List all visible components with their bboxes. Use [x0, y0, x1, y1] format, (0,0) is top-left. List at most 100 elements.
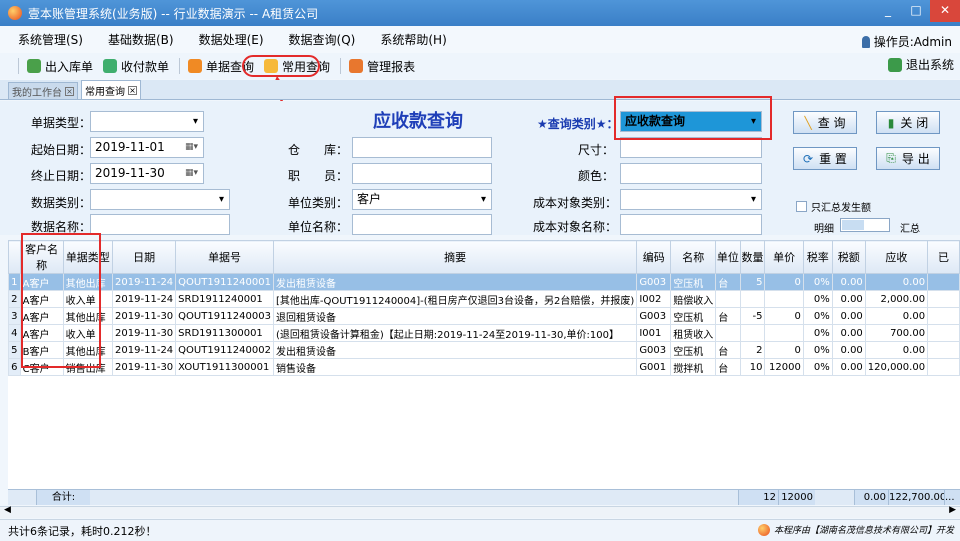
highlight-query-type: [614, 96, 772, 140]
table-body: 1 A客户 其他出库 2019-11-24 QOUT1911240001 发出租…: [8, 273, 960, 376]
cell-date: 2019-11-30: [112, 324, 177, 342]
cell-date: 2019-11-24: [112, 341, 177, 359]
table-row[interactable]: 3 A客户 其他出库 2019-11-30 QOUT1911240003 退回租…: [8, 307, 960, 325]
menu-data-process[interactable]: 数据处理(E): [199, 31, 264, 48]
reset-button[interactable]: ⟳ 重 置: [793, 147, 857, 170]
table-row[interactable]: 4 A客户 收入单 2019-11-30 SRD1911300001 (退回租赁…: [8, 324, 960, 342]
cell-doc-no: SRD1911240001: [175, 290, 274, 308]
doc-type-select[interactable]: [90, 111, 204, 132]
status-bar: 共计6条记录，耗时0.212秒！ 本程序由【湖南名茂信息技术有限公司】开发: [0, 519, 960, 541]
row-number: 3: [8, 307, 21, 325]
cost-name-input[interactable]: [620, 214, 762, 235]
cell-receivable: 0.00: [864, 307, 929, 325]
cell-summary: 销售设备: [272, 358, 638, 376]
warehouse-input[interactable]: [352, 137, 492, 158]
exit-button[interactable]: 退出系统: [887, 56, 954, 73]
cell-date: 2019-11-24: [112, 273, 177, 291]
data-grid: 客户名称 单据类型 日期 单据号 摘要 编码 名称 单位 数量 单价 税率 税额…: [8, 240, 960, 505]
summary-only-checkbox[interactable]: [796, 201, 807, 212]
totals-more: ...: [944, 490, 960, 505]
color-input[interactable]: [620, 163, 762, 184]
cell-code: G003: [636, 273, 672, 291]
user-icon: [861, 35, 870, 48]
col-doc-no[interactable]: 单据号: [175, 240, 274, 274]
col-date[interactable]: 日期: [112, 240, 177, 274]
cell-code: G003: [636, 307, 672, 325]
payment-button[interactable]: 收付款单: [103, 58, 169, 75]
close-window-button[interactable]: ✕: [930, 0, 960, 22]
cost-type-select[interactable]: [620, 189, 762, 210]
unit-name-input[interactable]: [352, 214, 492, 235]
maximize-button[interactable]: □: [902, 0, 930, 22]
col-tax[interactable]: 税额: [831, 240, 866, 274]
stock-in-out-button[interactable]: 出入库单: [27, 58, 93, 75]
status-text: 共计6条记录，耗时0.212秒！: [8, 524, 157, 538]
money-icon: [103, 59, 118, 73]
table-row[interactable]: 2 A客户 收入单 2019-11-24 SRD1911240001 [其他出库…: [8, 290, 960, 308]
tab-close-icon[interactable]: ×: [65, 86, 74, 96]
cell-tax: 0.00: [831, 341, 866, 359]
col-code[interactable]: 编码: [636, 240, 672, 274]
col-name[interactable]: 名称: [670, 240, 717, 274]
end-date-label: 终止日期：: [31, 169, 92, 183]
detail-summary-toggle[interactable]: [840, 218, 890, 232]
scroll-right-icon[interactable]: ▶: [949, 505, 956, 515]
cell-receivable: 2,000.00: [864, 290, 929, 308]
start-date-picker[interactable]: 2019-11-01: [90, 137, 204, 158]
query-button[interactable]: ╲ 查 询: [793, 111, 857, 134]
row-number: 5: [8, 341, 21, 359]
app-logo-icon: [8, 6, 22, 20]
table-row[interactable]: 6 C客户 销售出库 2019-11-30 XOUT1911300001 销售设…: [8, 358, 960, 376]
cell-receivable: 120,000.00: [864, 358, 929, 376]
search-icon: ╲: [804, 115, 812, 130]
close-button[interactable]: ▮ 关 闭: [876, 111, 940, 134]
tab-workbench[interactable]: 我的工作台 ×: [8, 82, 78, 99]
col-tax-rate[interactable]: 税率: [802, 240, 833, 274]
export-button[interactable]: ⎘ 导 出: [876, 147, 940, 170]
row-header-corner: [8, 240, 21, 274]
exit-icon: [887, 57, 902, 72]
size-label: 尺寸：: [578, 143, 615, 157]
table-row[interactable]: 5 B客户 其他出库 2019-11-24 QOUT1911240002 发出租…: [8, 341, 960, 359]
table-row[interactable]: 1 A客户 其他出库 2019-11-24 QOUT1911240001 发出租…: [8, 273, 960, 291]
horizontal-scrollbar[interactable]: ◀ ▶: [0, 505, 960, 518]
size-input[interactable]: [620, 137, 762, 158]
menu-data-query[interactable]: 数据查询(Q): [289, 31, 356, 48]
col-receivable[interactable]: 应收: [864, 240, 929, 274]
cell-tax-rate: 0%: [802, 341, 833, 359]
cell-date: 2019-11-30: [112, 307, 177, 325]
col-qty[interactable]: 数量: [739, 240, 766, 274]
totals-row: 合计: 12 12000 0.00 122,700.00 ...: [8, 489, 960, 505]
row-number: 6: [8, 358, 21, 376]
doc-search-icon: [188, 59, 203, 73]
cell-unit: [715, 324, 741, 342]
tab-common-query-label: 常用查询: [85, 86, 125, 98]
summary-only-label: 只汇总发生额: [811, 203, 871, 214]
scroll-left-icon[interactable]: ◀: [4, 505, 11, 515]
unit-type-select[interactable]: 客户: [352, 189, 492, 210]
end-date-picker[interactable]: 2019-11-30: [90, 163, 204, 184]
menu-basic-data[interactable]: 基础数据(B): [108, 31, 174, 48]
data-name-input[interactable]: [90, 214, 230, 235]
stock-in-out-label: 出入库单: [45, 59, 94, 74]
data-type-select[interactable]: [90, 189, 230, 210]
report-button[interactable]: 管理报表: [349, 58, 415, 75]
totals-price: 12000: [778, 490, 815, 505]
staff-input[interactable]: [352, 163, 492, 184]
menu-system[interactable]: 系统管理(S): [18, 31, 83, 48]
staff-label: 职 员：: [288, 169, 349, 183]
col-price[interactable]: 单价: [764, 240, 804, 274]
minimize-button[interactable]: _: [874, 0, 902, 22]
cell-doc-no: QOUT1911240001: [175, 273, 274, 291]
page-title: 应收款查询: [373, 111, 463, 132]
cell-received: [927, 324, 960, 342]
cell-received: [927, 341, 960, 359]
col-unit[interactable]: 单位: [715, 240, 741, 274]
col-summary[interactable]: 摘要: [272, 240, 638, 274]
col-received[interactable]: 已: [927, 240, 960, 274]
tab-close-icon[interactable]: ×: [128, 85, 137, 95]
cost-name-label: 成本对象名称：: [533, 220, 618, 234]
cell-unit: 台: [715, 307, 741, 325]
tab-common-query[interactable]: 常用查询 ×: [81, 80, 141, 99]
menu-help[interactable]: 系统帮助(H): [380, 31, 446, 48]
